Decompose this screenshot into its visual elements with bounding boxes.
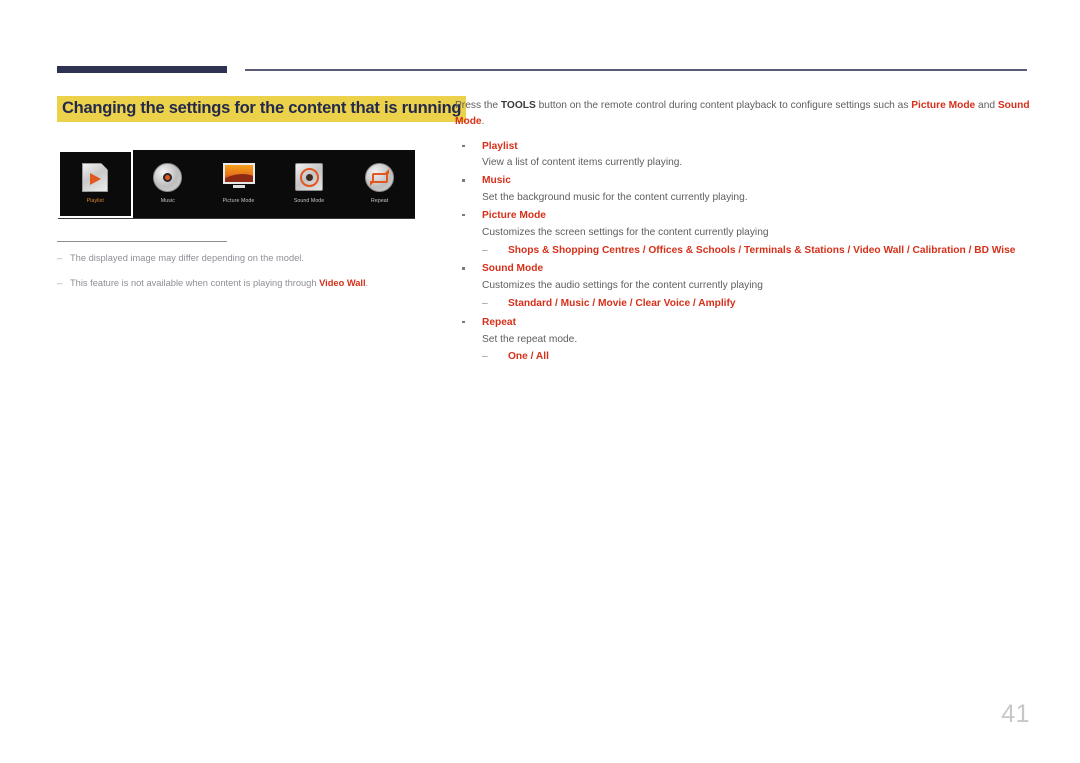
monitor-picture-icon	[223, 163, 256, 193]
list-item: Picture Mode	[455, 208, 1030, 224]
osd-label-repeat: Repeat	[371, 198, 389, 205]
setting-options: Standard / Music / Movie / Clear Voice /…	[508, 297, 736, 309]
setting-options: Shops & Shopping Centres / Offices & Sch…	[508, 244, 1016, 256]
intro-paragraph: Press the TOOLS button on the remote con…	[455, 98, 1030, 130]
setting-options-row: – One / All	[455, 349, 1030, 365]
bullet-square-icon	[462, 320, 465, 324]
setting-title: Repeat	[482, 316, 516, 328]
dash-marker-icon: –	[482, 297, 488, 309]
osd-label-sound-mode: Sound Mode	[293, 198, 325, 205]
list-item: Repeat	[455, 315, 1030, 331]
tools-button-keyword: TOOLS	[500, 100, 536, 111]
bullet-square-icon	[462, 144, 465, 148]
settings-list: Playlist View a list of content items cu…	[455, 139, 1030, 366]
bullet-square-icon	[462, 179, 465, 182]
setting-options: One / All	[508, 351, 549, 363]
osd-menu-strip: Playlist Music Picture Mode Sound Mode R…	[58, 150, 415, 219]
osd-item-sound-mode[interactable]: Sound Mode	[274, 150, 345, 218]
note-text: The displayed image may differ depending…	[70, 253, 304, 263]
setting-description: Set the background music for the content…	[482, 192, 748, 204]
intro-text-3: and	[975, 100, 998, 111]
osd-item-music[interactable]: Music	[133, 150, 204, 218]
setting-options-row: – Shops & Shopping Centres / Offices & S…	[455, 243, 1030, 259]
header-rule-thick	[57, 66, 227, 73]
list-item: Sound Mode	[455, 261, 1030, 277]
page-number: 41	[1001, 700, 1030, 728]
setting-options-row: – Standard / Music / Movie / Clear Voice…	[455, 296, 1030, 312]
setting-description: Set the repeat mode.	[482, 333, 578, 345]
note-dash-marker: –	[57, 277, 63, 288]
osd-item-picture-mode[interactable]: Picture Mode	[203, 150, 274, 218]
osd-item-playlist[interactable]: Playlist	[58, 150, 133, 218]
note-item: – The displayed image may differ dependin…	[57, 252, 447, 265]
note-text: This feature is not available when conte…	[70, 277, 320, 288]
setting-description: Customizes the audio settings for the co…	[482, 280, 763, 292]
header-rule-thin	[245, 69, 1027, 71]
page-title: Changing the settings for the content th…	[57, 96, 467, 122]
osd-item-repeat[interactable]: Repeat	[344, 150, 415, 218]
picture-mode-keyword: Picture Mode	[911, 100, 976, 111]
speaker-sound-icon	[294, 163, 324, 193]
dash-marker-icon: –	[482, 351, 488, 363]
intro-text-4: .	[481, 115, 485, 127]
list-item: Music	[455, 173, 1030, 189]
intro-text-1: Press the	[455, 100, 501, 111]
playlist-document-icon	[80, 163, 110, 193]
setting-description: View a list of content items currently p…	[482, 157, 683, 169]
note-item: – This feature is not available when cont…	[57, 277, 447, 290]
setting-title: Playlist	[482, 140, 518, 152]
repeat-loop-icon	[365, 163, 395, 193]
osd-label-playlist: Playlist	[86, 198, 104, 205]
left-column: Changing the settings for the content th…	[57, 96, 467, 122]
notes-divider	[57, 241, 227, 242]
osd-label-picture-mode: Picture Mode	[222, 198, 255, 205]
setting-title: Picture Mode	[482, 209, 546, 221]
dash-marker-icon: –	[482, 244, 488, 256]
bullet-square-icon	[462, 213, 465, 217]
notes-list: – The displayed image may differ dependin…	[57, 252, 447, 301]
music-disc-icon	[153, 163, 183, 193]
bullet-square-icon	[462, 267, 465, 270]
note-highlight-video-wall: Video Wall	[319, 277, 366, 288]
right-column: Press the TOOLS button on the remote con…	[455, 98, 1030, 368]
setting-title: Sound Mode	[482, 263, 544, 275]
note-dash-marker: –	[57, 253, 63, 263]
setting-description: Customizes the screen settings for the c…	[482, 226, 769, 238]
list-item: Playlist	[455, 139, 1030, 155]
osd-label-music: Music	[160, 198, 175, 205]
intro-text-2: button on the remote control during cont…	[535, 100, 912, 111]
setting-title: Music	[482, 175, 511, 187]
note-text-tail: .	[365, 277, 369, 288]
